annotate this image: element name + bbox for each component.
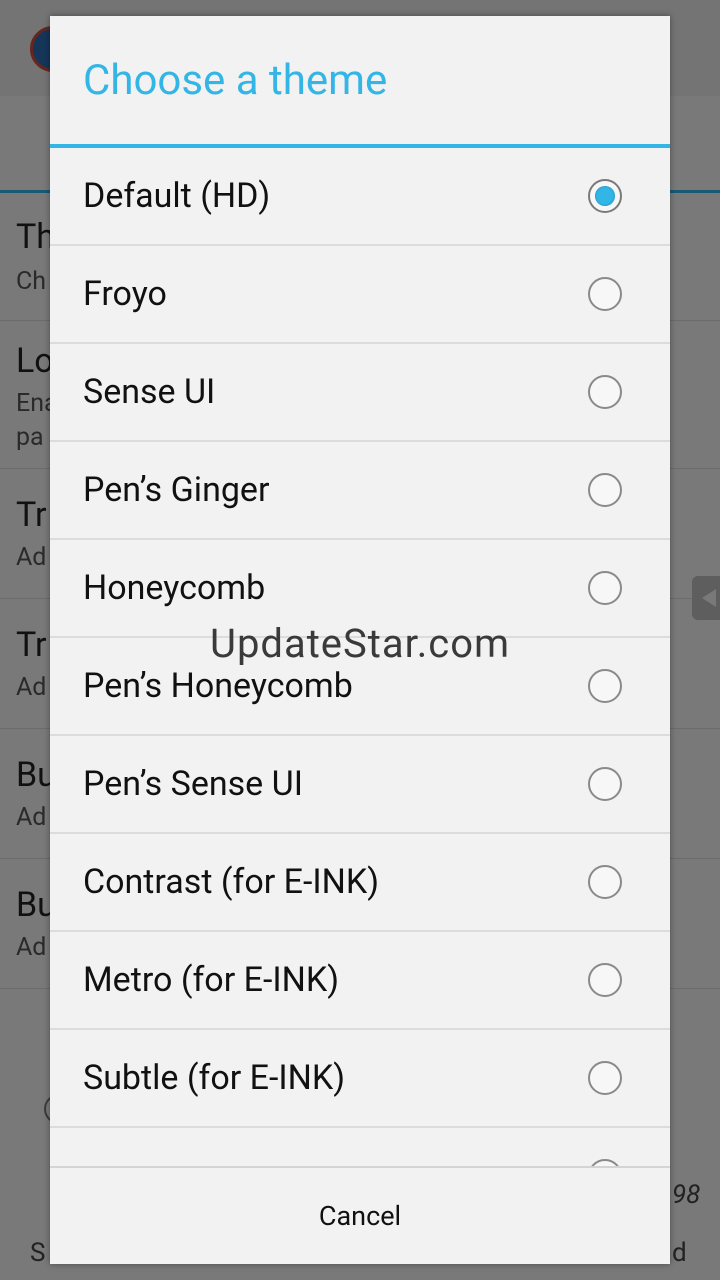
theme-option-label: Sense UI (83, 372, 216, 412)
dialog-title: Choose a theme (83, 56, 388, 105)
theme-option-label: Pen’s Sense UI (83, 764, 303, 804)
theme-option-label: Subtle (for E-INK) (83, 1058, 346, 1098)
radio-unselected-icon[interactable] (588, 1061, 622, 1095)
theme-option[interactable]: Default (HD) (50, 148, 670, 246)
radio-unselected-icon[interactable] (588, 669, 622, 703)
theme-option-label: Contrast (for E-INK) (83, 862, 380, 902)
radio-unselected-icon[interactable] (588, 865, 622, 899)
theme-option[interactable]: Contrast (for E-INK) (50, 834, 670, 932)
theme-option-label: Pen’s Ginger (83, 470, 270, 510)
radio-unselected-icon[interactable] (588, 473, 622, 507)
theme-option-label: Pen’s Honeycomb (83, 666, 353, 706)
theme-option[interactable] (50, 1128, 670, 1166)
cancel-button[interactable]: Cancel (50, 1168, 670, 1264)
radio-unselected-icon[interactable] (588, 571, 622, 605)
theme-option[interactable]: Sense UI (50, 344, 670, 442)
radio-unselected-icon[interactable] (588, 963, 622, 997)
theme-option[interactable]: Pen’s Sense UI (50, 736, 670, 834)
theme-option[interactable]: Pen’s Ginger (50, 442, 670, 540)
radio-unselected-icon[interactable] (588, 277, 622, 311)
theme-option-label: Default (HD) (83, 176, 271, 216)
radio-unselected-icon[interactable] (588, 767, 622, 801)
radio-unselected-icon[interactable] (588, 375, 622, 409)
theme-option[interactable]: Froyo (50, 246, 670, 344)
watermark: UpdateStar.com (210, 620, 511, 667)
radio-selected-icon[interactable] (588, 179, 622, 213)
theme-option[interactable]: Metro (for E-INK) (50, 932, 670, 1030)
radio-unselected-icon[interactable] (588, 1159, 622, 1166)
theme-option-label: Froyo (83, 274, 167, 314)
theme-option[interactable]: Subtle (for E-INK) (50, 1030, 670, 1128)
theme-option-label: Honeycomb (83, 568, 266, 608)
theme-option-label: Metro (for E-INK) (83, 960, 340, 1000)
